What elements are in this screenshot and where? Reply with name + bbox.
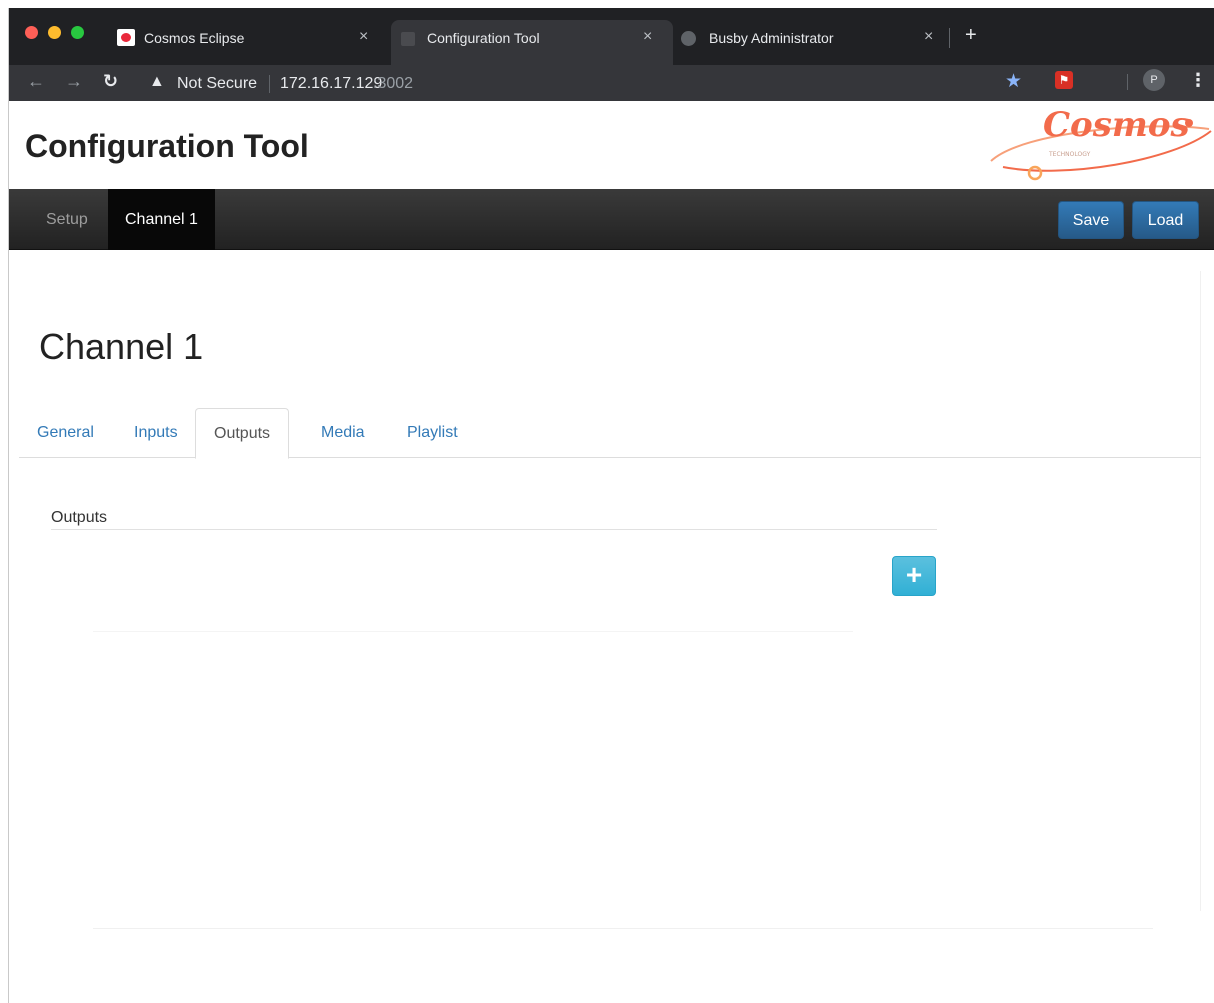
close-tab-icon[interactable]: × xyxy=(359,28,368,46)
list-divider xyxy=(93,631,853,632)
back-arrow-icon[interactable]: ← xyxy=(27,71,45,92)
forward-arrow-icon[interactable]: → xyxy=(65,71,83,92)
section-divider xyxy=(51,529,937,530)
close-tab-icon[interactable]: × xyxy=(643,28,652,46)
bookmark-star-icon[interactable]: ★ xyxy=(1005,70,1022,93)
kebab-menu-icon[interactable]: ⋮ xyxy=(1189,70,1207,91)
warning-triangle-icon[interactable]: ▲ xyxy=(149,73,165,91)
browser-window: Cosmos Eclipse × Configuration Tool × Bu… xyxy=(8,8,1214,1003)
window-close-icon[interactable] xyxy=(25,26,38,39)
logo-subtext: TECHNOLOGY xyxy=(1048,151,1091,158)
page-header: Configuration Tool Cosmos TECHNOLOGY xyxy=(9,101,1214,189)
tab-title: Busby Administrator xyxy=(709,30,834,46)
window-maximize-icon[interactable] xyxy=(71,26,84,39)
tab-inputs[interactable]: Inputs xyxy=(116,408,196,458)
save-button[interactable]: Save xyxy=(1058,201,1124,239)
nav-item-setup[interactable]: Setup xyxy=(29,189,105,250)
address-bar[interactable]: ▲ Not Secure 172.16.17.129 :3002 xyxy=(145,68,1145,98)
logo-wordmark: Cosmos xyxy=(1043,105,1190,145)
app-title: Configuration Tool xyxy=(25,128,309,164)
extension-icon[interactable]: ⚑ xyxy=(1055,71,1073,89)
url-port[interactable]: :3002 xyxy=(373,75,413,93)
toolbar-divider xyxy=(1127,74,1128,90)
globe-favicon-icon xyxy=(681,31,696,46)
page-heading: Channel 1 xyxy=(39,326,204,367)
tab-playlist[interactable]: Playlist xyxy=(389,408,476,458)
cosmos-technology-logo: Cosmos TECHNOLOGY xyxy=(990,105,1212,181)
tab-outputs[interactable]: Outputs xyxy=(195,408,290,459)
close-tab-icon[interactable]: × xyxy=(924,28,933,46)
browser-tab-configuration-tool[interactable]: Configuration Tool × xyxy=(391,20,673,65)
footer-divider xyxy=(93,928,1153,929)
new-tab-button[interactable]: + xyxy=(965,25,977,45)
omnibox-divider xyxy=(269,75,270,93)
main-navbar: Setup Channel 1 Save Load xyxy=(9,189,1214,250)
tab-title: Cosmos Eclipse xyxy=(144,30,245,46)
outputs-section-label: Outputs xyxy=(51,509,108,526)
tab-media[interactable]: Media xyxy=(303,408,383,458)
channel-tabs: General Inputs Outputs Media Playlist xyxy=(19,408,1201,459)
profile-avatar[interactable]: P xyxy=(1143,69,1165,91)
page-favicon-icon xyxy=(401,32,415,46)
url-host[interactable]: 172.16.17.129 xyxy=(280,75,382,93)
browser-tab-strip: Cosmos Eclipse × Configuration Tool × Bu… xyxy=(9,8,1214,65)
reload-icon[interactable]: ↻ xyxy=(103,71,118,92)
browser-tab-cosmos-eclipse[interactable]: Cosmos Eclipse × xyxy=(107,20,389,65)
browser-toolbar: ← → ↻ ▲ Not Secure 172.16.17.129 :3002 xyxy=(9,65,1214,101)
load-button[interactable]: Load xyxy=(1132,201,1199,239)
security-status[interactable]: Not Secure xyxy=(177,75,257,93)
tab-divider xyxy=(949,28,950,48)
cosmos-favicon-icon xyxy=(117,29,135,46)
browser-tab-busby-administrator[interactable]: Busby Administrator × xyxy=(673,20,953,65)
window-minimize-icon[interactable] xyxy=(48,26,61,39)
nav-item-channel-1[interactable]: Channel 1 xyxy=(108,189,215,250)
tab-title: Configuration Tool xyxy=(427,30,540,46)
tab-general[interactable]: General xyxy=(19,408,112,458)
add-output-button[interactable]: + xyxy=(892,556,936,596)
main-content: Channel 1 General Inputs Outputs Media P… xyxy=(9,251,1214,1003)
